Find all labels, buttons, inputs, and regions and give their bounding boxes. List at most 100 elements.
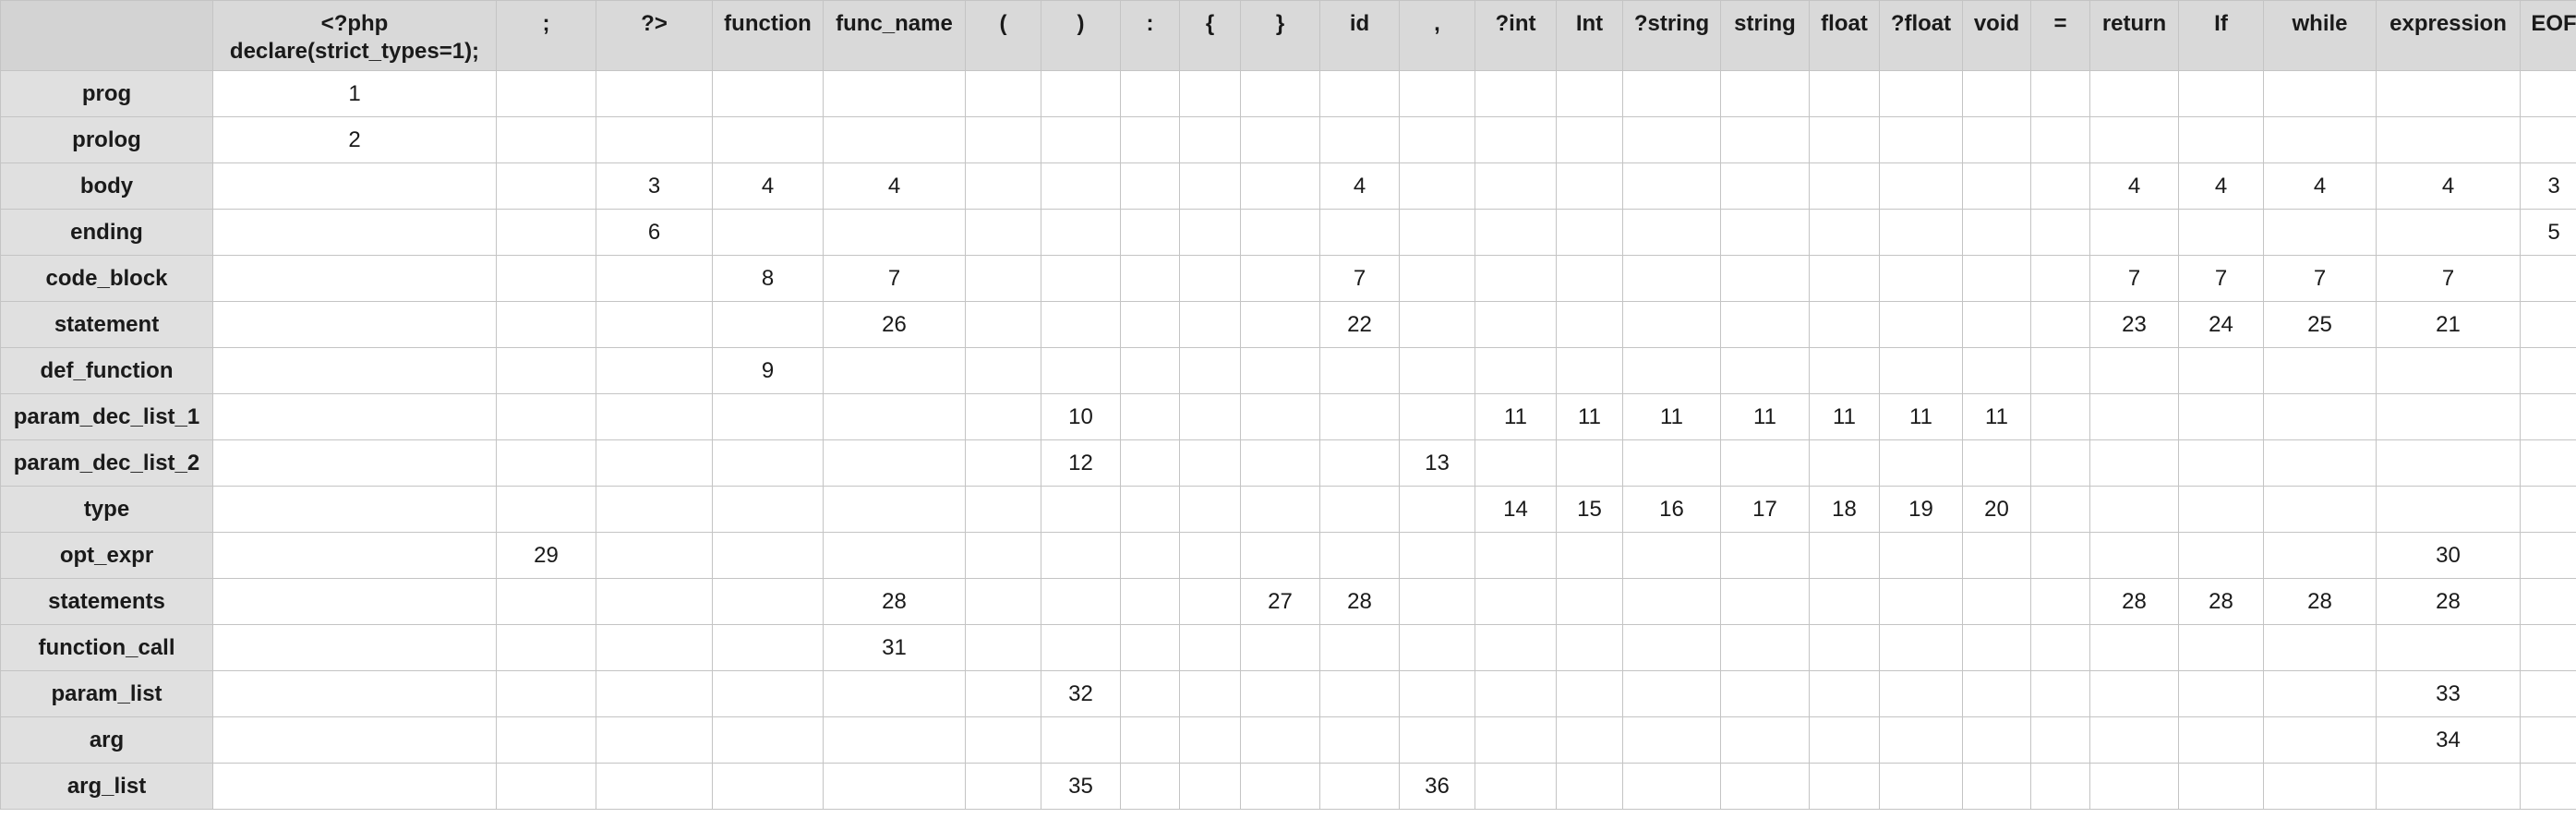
- table-cell[interactable]: [2178, 624, 2264, 671]
- table-cell[interactable]: 7: [2263, 255, 2377, 302]
- table-cell[interactable]: [2030, 763, 2090, 810]
- table-cell[interactable]: [1120, 763, 1180, 810]
- table-cell[interactable]: [496, 347, 596, 394]
- table-cell[interactable]: [1179, 162, 1241, 210]
- table-cell[interactable]: [2089, 763, 2179, 810]
- table-cell[interactable]: [2030, 624, 2090, 671]
- table-cell[interactable]: [1556, 347, 1623, 394]
- table-cell[interactable]: [2030, 578, 2090, 625]
- table-cell[interactable]: [712, 301, 824, 348]
- table-cell[interactable]: [1179, 486, 1241, 533]
- table-cell[interactable]: [1879, 255, 1963, 302]
- table-cell[interactable]: [2089, 393, 2179, 440]
- table-cell[interactable]: [965, 486, 1041, 533]
- table-cell[interactable]: [1720, 301, 1810, 348]
- table-cell[interactable]: [1240, 393, 1320, 440]
- table-cell[interactable]: 7: [2089, 255, 2179, 302]
- table-cell[interactable]: [1475, 532, 1557, 579]
- table-cell[interactable]: [1475, 763, 1557, 810]
- table-cell[interactable]: [965, 70, 1041, 117]
- table-cell[interactable]: 35: [1041, 763, 1121, 810]
- table-cell[interactable]: [1240, 116, 1320, 163]
- table-cell[interactable]: 12: [1041, 439, 1121, 487]
- table-cell[interactable]: [2178, 763, 2264, 810]
- table-cell[interactable]: 7: [823, 255, 966, 302]
- table-cell[interactable]: 15: [1556, 486, 1623, 533]
- table-cell[interactable]: [2520, 670, 2576, 717]
- table-cell[interactable]: [1179, 624, 1241, 671]
- table-cell[interactable]: [1475, 255, 1557, 302]
- table-cell[interactable]: [596, 347, 713, 394]
- table-cell[interactable]: [1962, 255, 2031, 302]
- table-cell[interactable]: [1240, 532, 1320, 579]
- table-cell[interactable]: [2030, 393, 2090, 440]
- table-cell[interactable]: [1399, 255, 1475, 302]
- table-cell[interactable]: [1475, 624, 1557, 671]
- table-cell[interactable]: [712, 532, 824, 579]
- table-cell[interactable]: [1240, 347, 1320, 394]
- table-cell[interactable]: [1720, 347, 1810, 394]
- table-cell[interactable]: [1879, 624, 1963, 671]
- table-cell[interactable]: [2178, 116, 2264, 163]
- table-cell[interactable]: [965, 255, 1041, 302]
- table-cell[interactable]: 36: [1399, 763, 1475, 810]
- table-cell[interactable]: [965, 393, 1041, 440]
- table-cell[interactable]: [496, 393, 596, 440]
- table-cell[interactable]: [2178, 70, 2264, 117]
- table-cell[interactable]: [496, 301, 596, 348]
- table-cell[interactable]: 14: [1475, 486, 1557, 533]
- table-cell[interactable]: 11: [1475, 393, 1557, 440]
- table-cell[interactable]: [2178, 532, 2264, 579]
- table-cell[interactable]: [1622, 70, 1721, 117]
- table-cell[interactable]: [965, 162, 1041, 210]
- table-cell[interactable]: [1041, 162, 1121, 210]
- table-cell[interactable]: [2030, 116, 2090, 163]
- table-cell[interactable]: [1240, 624, 1320, 671]
- table-cell[interactable]: [496, 578, 596, 625]
- table-cell[interactable]: 2: [212, 116, 497, 163]
- table-cell[interactable]: [1962, 70, 2031, 117]
- table-cell[interactable]: 4: [2263, 162, 2377, 210]
- table-cell[interactable]: [965, 578, 1041, 625]
- table-cell[interactable]: [1720, 70, 1810, 117]
- table-cell[interactable]: [2263, 716, 2377, 764]
- table-cell[interactable]: [1962, 347, 2031, 394]
- table-cell[interactable]: [496, 670, 596, 717]
- table-cell[interactable]: [212, 670, 497, 717]
- table-cell[interactable]: [1475, 116, 1557, 163]
- table-cell[interactable]: [1962, 532, 2031, 579]
- table-cell[interactable]: [1041, 347, 1121, 394]
- table-cell[interactable]: [2520, 439, 2576, 487]
- table-cell[interactable]: [1120, 393, 1180, 440]
- table-cell[interactable]: [1120, 209, 1180, 256]
- table-cell[interactable]: [1475, 578, 1557, 625]
- table-cell[interactable]: [2520, 716, 2576, 764]
- table-cell[interactable]: [1962, 716, 2031, 764]
- table-cell[interactable]: [965, 209, 1041, 256]
- table-cell[interactable]: [496, 162, 596, 210]
- table-cell[interactable]: [596, 486, 713, 533]
- table-cell[interactable]: [2520, 624, 2576, 671]
- table-cell[interactable]: [2089, 116, 2179, 163]
- table-cell[interactable]: [1809, 670, 1880, 717]
- table-cell[interactable]: 7: [2376, 255, 2521, 302]
- table-cell[interactable]: [1399, 532, 1475, 579]
- table-cell[interactable]: [1179, 439, 1241, 487]
- table-cell[interactable]: 11: [1720, 393, 1810, 440]
- table-cell[interactable]: [1120, 162, 1180, 210]
- table-cell[interactable]: [2089, 624, 2179, 671]
- table-cell[interactable]: [2263, 670, 2377, 717]
- table-cell[interactable]: 1: [212, 70, 497, 117]
- table-cell[interactable]: [596, 439, 713, 487]
- table-cell[interactable]: [1041, 255, 1121, 302]
- table-cell[interactable]: [2263, 486, 2377, 533]
- table-cell[interactable]: 32: [1041, 670, 1121, 717]
- table-cell[interactable]: [1962, 439, 2031, 487]
- table-cell[interactable]: [212, 532, 497, 579]
- table-cell[interactable]: [1041, 301, 1121, 348]
- table-cell[interactable]: [2520, 393, 2576, 440]
- table-cell[interactable]: [1622, 624, 1721, 671]
- table-cell[interactable]: [496, 116, 596, 163]
- table-cell[interactable]: [1809, 439, 1880, 487]
- table-cell[interactable]: [1179, 301, 1241, 348]
